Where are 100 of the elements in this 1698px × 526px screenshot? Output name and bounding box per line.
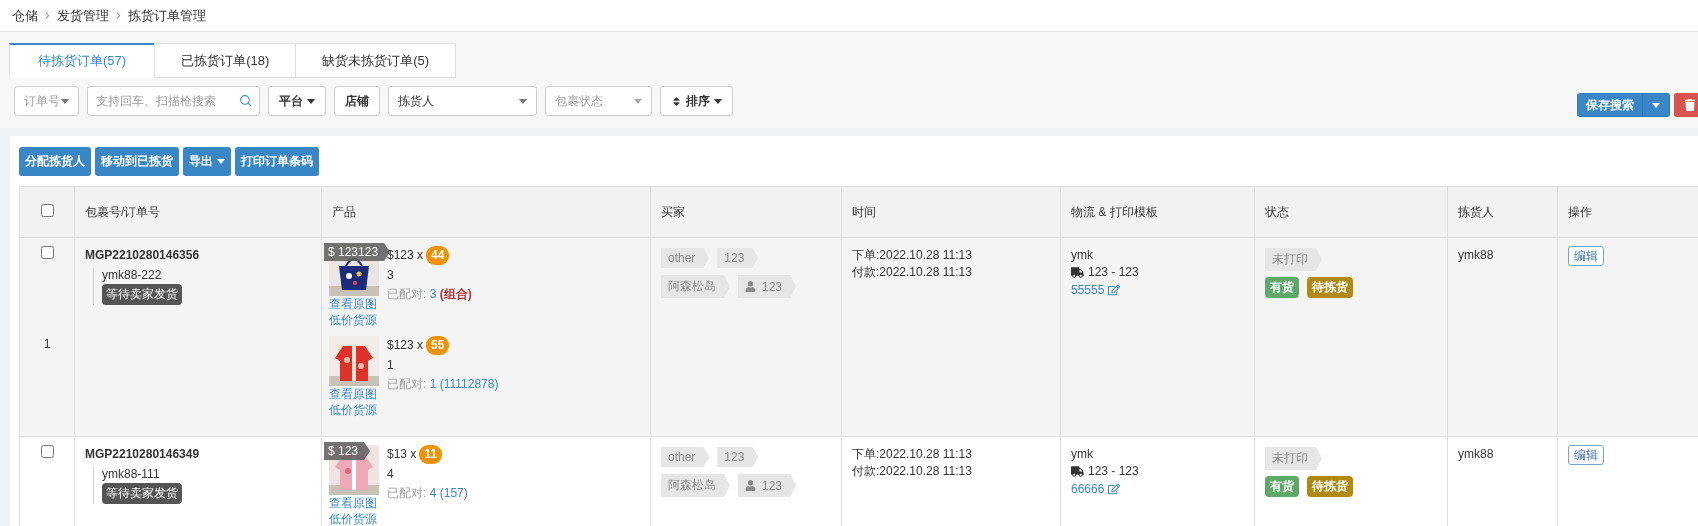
status-badge: 有货 bbox=[1265, 277, 1299, 298]
status-badge: 待拣货 bbox=[1307, 277, 1353, 298]
column-header: 拣货人 bbox=[1447, 186, 1558, 238]
order-time: 付款:2022.10.28 11:13 bbox=[852, 464, 973, 479]
action-button[interactable]: 分配拣货人 bbox=[19, 147, 91, 176]
caret-icon bbox=[217, 159, 225, 164]
unit-price: $13 x bbox=[387, 446, 417, 463]
quantity-badge: 44 bbox=[426, 246, 450, 265]
quantity: 4 bbox=[387, 466, 395, 483]
trash-icon bbox=[1684, 99, 1696, 111]
shipping-route: 123 - 123 bbox=[1088, 464, 1139, 479]
buyer-tag: 123 bbox=[717, 447, 759, 467]
product-link[interactable]: 查看原图 bbox=[329, 386, 379, 402]
truck-icon bbox=[1071, 266, 1084, 279]
order-number: ymk88-222 bbox=[102, 268, 162, 282]
unit-price: $123 x bbox=[387, 247, 424, 264]
tab[interactable]: 待拣货订单(57) bbox=[9, 43, 156, 78]
print-template-link[interactable]: 66666 bbox=[1071, 481, 1105, 497]
save-search-button[interactable]: 保存搜索 bbox=[1577, 93, 1670, 117]
caret-icon bbox=[519, 98, 527, 104]
product-link[interactable]: 查看原图 bbox=[329, 495, 379, 511]
order-time: 付款:2022.10.28 11:13 bbox=[852, 265, 973, 280]
user-icon bbox=[745, 480, 756, 491]
quantity-badge: 11 bbox=[419, 445, 443, 464]
truck-icon bbox=[1071, 465, 1084, 478]
carrier-name: ymk bbox=[1071, 447, 1094, 462]
user-tag: 123 bbox=[738, 275, 797, 298]
export-dropdown[interactable]: 导出 bbox=[183, 147, 231, 176]
search-field[interactable]: 支持回车、扫描枪搜索 bbox=[87, 86, 260, 116]
sort-dropdown[interactable]: 排序 bbox=[660, 86, 733, 116]
breadcrumb-item[interactable]: 发货管理 bbox=[57, 6, 109, 25]
package-status-dropdown[interactable]: 包裹状态 bbox=[545, 86, 652, 116]
buyer-tag: 123 bbox=[717, 248, 759, 268]
product-link[interactable]: 低价货源 bbox=[329, 312, 379, 328]
matched-info: 已配对: 3 (组合) bbox=[387, 286, 472, 303]
caret-icon bbox=[307, 98, 315, 104]
action-button[interactable]: 移动到已拣货 bbox=[95, 147, 179, 176]
caret-icon bbox=[61, 98, 69, 104]
quantity-badge: 55 bbox=[426, 336, 450, 355]
edit-icon[interactable] bbox=[1108, 483, 1121, 495]
product-link[interactable]: 查看原图 bbox=[329, 296, 379, 312]
sort-icon bbox=[671, 95, 682, 107]
buyer-tag: other bbox=[661, 248, 710, 268]
chevron-icon bbox=[115, 12, 122, 19]
order-field-dropdown[interactable]: 订单号 bbox=[14, 86, 79, 116]
order-time: 下单:2022.10.28 11:13 bbox=[852, 447, 973, 462]
search-icon bbox=[239, 94, 252, 107]
region-tag: 阿森松岛 bbox=[661, 275, 730, 298]
unit-price: $123 x bbox=[387, 337, 424, 354]
status-badge: 待拣货 bbox=[1307, 476, 1353, 497]
quantity: 3 bbox=[387, 267, 395, 284]
action-button[interactable]: 打印订单条码 bbox=[235, 147, 319, 176]
picker-dropdown[interactable]: 拣货人 bbox=[388, 86, 537, 116]
tab[interactable]: 已拣货订单(18) bbox=[154, 43, 297, 78]
breadcrumb-item[interactable]: 仓储 bbox=[12, 6, 38, 25]
user-icon bbox=[745, 281, 756, 292]
price-tag: $ 123 bbox=[324, 442, 371, 460]
order-status-badge: 等待卖家发货 bbox=[102, 284, 182, 305]
column-header: 时间 bbox=[841, 186, 1061, 238]
select-all-checkbox[interactable] bbox=[40, 204, 54, 217]
row-checkbox[interactable] bbox=[40, 246, 54, 259]
row-number: 1 bbox=[42, 337, 52, 351]
product-link[interactable]: 低价货源 bbox=[329, 402, 379, 418]
column-header: 包裹号/订单号 bbox=[74, 186, 322, 238]
matched-info: 已配对: 1 (11112878) bbox=[387, 376, 499, 393]
column-header: 状态 bbox=[1254, 186, 1448, 238]
package-number: MGP2210280146356 bbox=[85, 248, 201, 262]
buyer-tag: other bbox=[661, 447, 710, 467]
print-template-link[interactable]: 55555 bbox=[1071, 282, 1105, 298]
shop-button[interactable]: 店铺 bbox=[334, 86, 380, 116]
user-tag: 123 bbox=[738, 474, 797, 497]
picker-name: ymk88 bbox=[1458, 447, 1494, 461]
edit-button[interactable]: 编辑 bbox=[1568, 246, 1604, 266]
edit-button[interactable]: 编辑 bbox=[1568, 445, 1604, 465]
row-checkbox[interactable] bbox=[40, 445, 54, 458]
column-header: 操作 bbox=[1557, 186, 1698, 238]
picker-name: ymk88 bbox=[1458, 248, 1494, 262]
column-header: 买家 bbox=[650, 186, 842, 238]
breadcrumb-item: 拣货订单管理 bbox=[128, 6, 206, 25]
column-header: 物流 & 打印模板 bbox=[1060, 186, 1255, 238]
edit-icon[interactable] bbox=[1108, 284, 1121, 296]
platform-dropdown[interactable]: 平台 bbox=[268, 86, 326, 116]
status-badge: 有货 bbox=[1265, 476, 1299, 497]
tab[interactable]: 缺货未拣货订单(5) bbox=[295, 43, 457, 78]
carrier-name: ymk bbox=[1071, 248, 1094, 263]
matched-info: 已配对: 4 (157) bbox=[387, 485, 468, 502]
quantity: 1 bbox=[387, 357, 395, 374]
order-time: 下单:2022.10.28 11:13 bbox=[852, 248, 973, 263]
print-status-tag: 未打印 bbox=[1265, 447, 1322, 470]
shipping-route: 123 - 123 bbox=[1088, 265, 1139, 280]
caret-icon bbox=[1652, 102, 1660, 108]
region-tag: 阿森松岛 bbox=[661, 474, 730, 497]
caret-icon bbox=[634, 98, 642, 104]
product-link[interactable]: 低价货源 bbox=[329, 511, 379, 526]
caret-icon bbox=[714, 98, 722, 104]
order-status-badge: 等待卖家发货 bbox=[102, 483, 182, 504]
order-number: ymk88-111 bbox=[102, 467, 160, 481]
print-status-tag: 未打印 bbox=[1265, 248, 1322, 271]
chevron-icon bbox=[44, 12, 51, 19]
package-number: MGP2210280146349 bbox=[85, 447, 201, 461]
